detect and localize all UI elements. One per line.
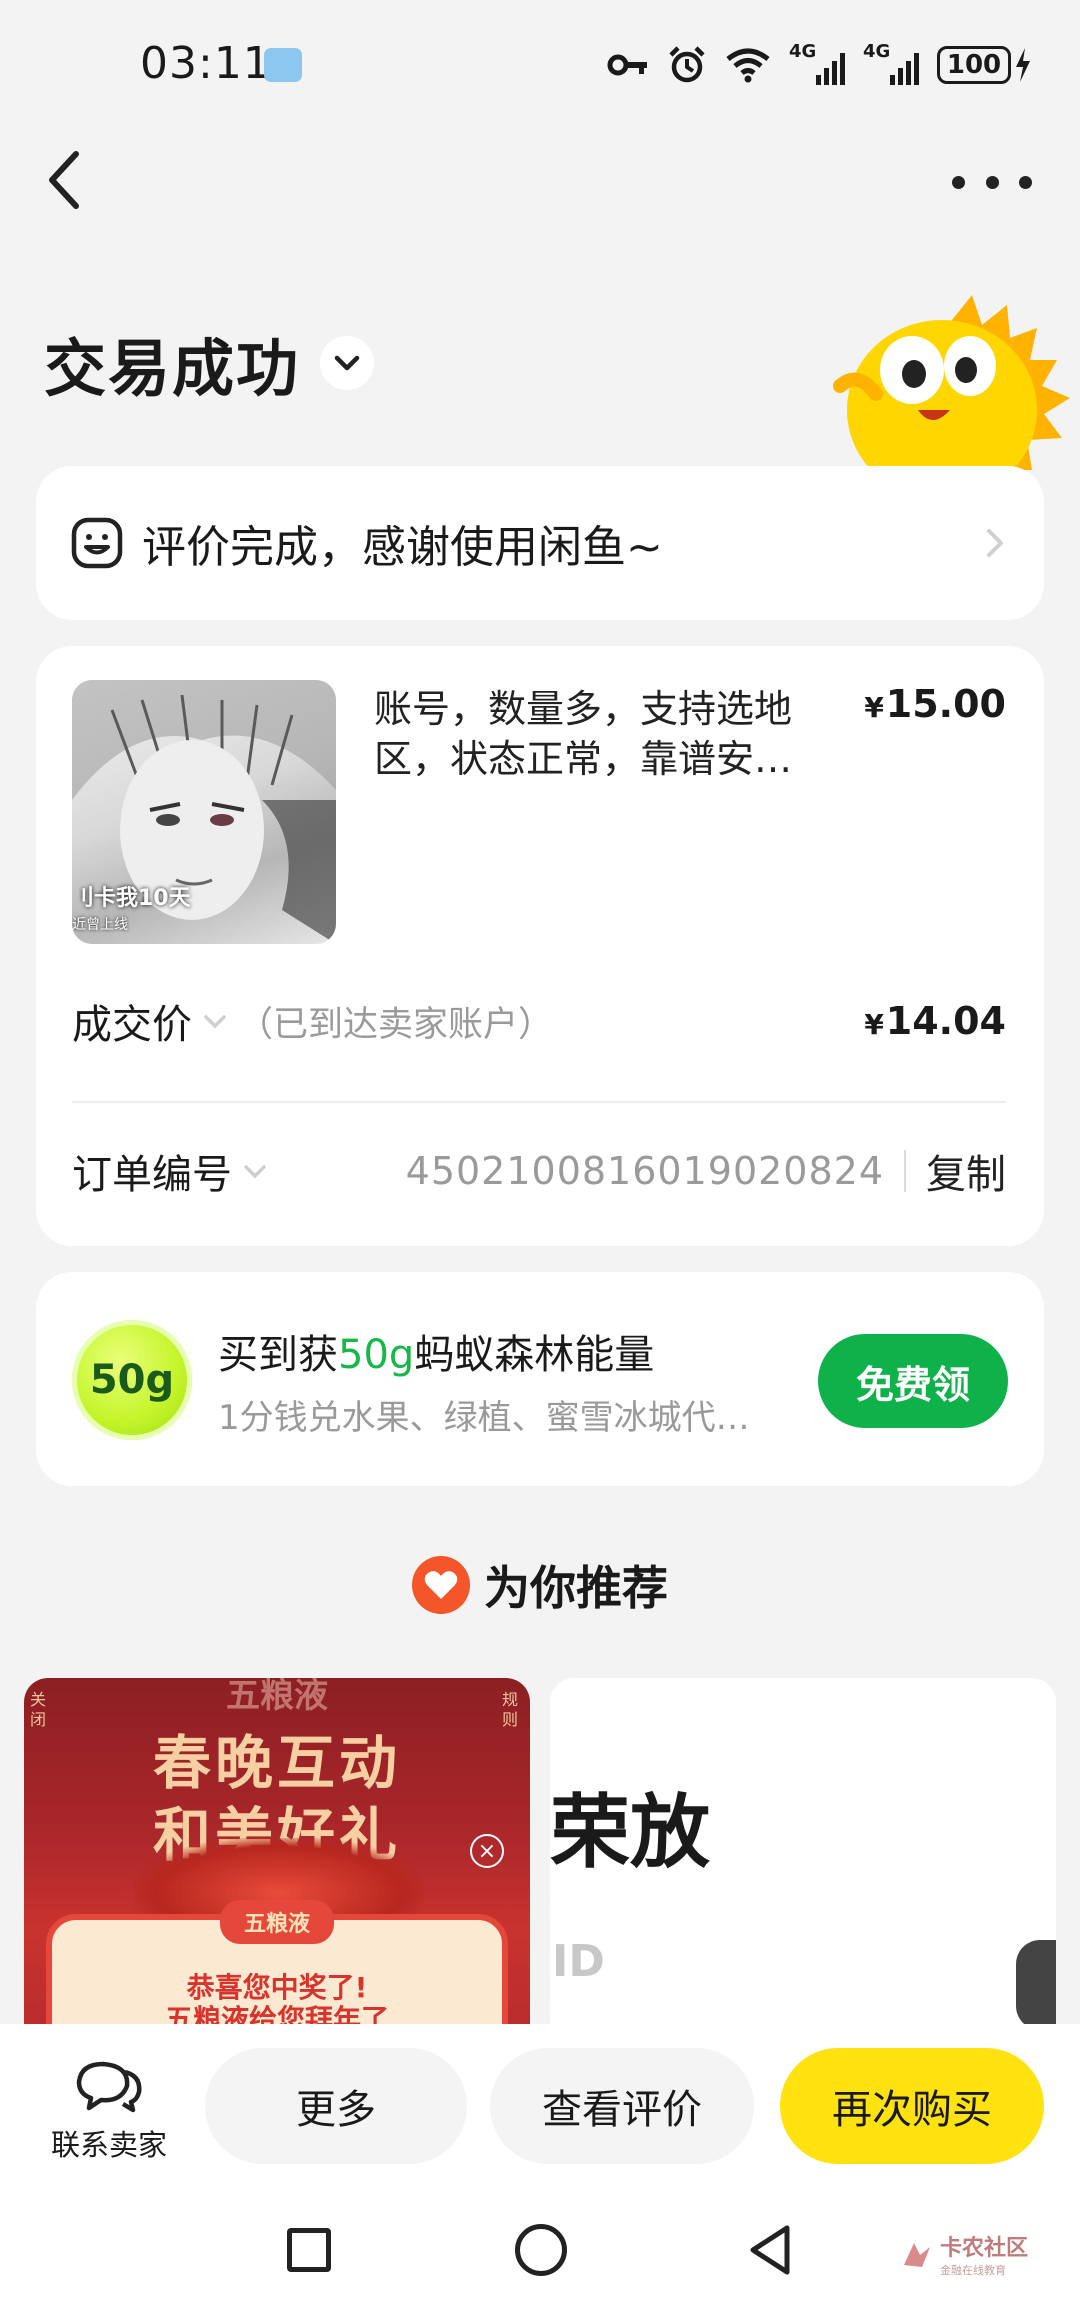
order-number-row: 订单编号 4502100816019020824 复制 [72, 1136, 1006, 1206]
system-back-button[interactable] [745, 2222, 795, 2278]
status-icons: 4G 4G 100 [607, 40, 1032, 90]
product-price: ¥15.00 [864, 682, 1006, 726]
recommend-header: 为你推荐 [0, 1552, 1080, 1618]
mascot-illustration [832, 290, 1072, 470]
back-button[interactable] [44, 140, 104, 220]
close-icon[interactable]: × [470, 1834, 504, 1868]
watermark: 卡农社区 金融在线教育 [900, 2230, 1028, 2278]
copy-button[interactable]: 复制 [926, 1142, 1006, 1200]
dot-icon [985, 175, 999, 189]
contact-seller-button[interactable]: 联系卖家 [44, 2058, 174, 2164]
claim-free-button[interactable]: 免费领 [818, 1334, 1008, 1428]
thumbnail-caption: 刂卡我10天 [72, 886, 191, 911]
wifi-icon [725, 47, 771, 83]
chevron-right-icon [987, 529, 1003, 557]
bottom-action-bar: 联系卖家 更多 查看评价 再次购买 [0, 2024, 1080, 2204]
notification-app-icon [264, 48, 302, 82]
key-icon [607, 51, 649, 79]
more-options-button[interactable] [952, 160, 1032, 204]
alarm-icon [667, 45, 707, 85]
energy-subtitle: 1分钱兑水果、绿植、蜜雪冰城代… [218, 1398, 750, 1438]
review-status-card[interactable]: 评价完成，感谢使用闲鱼~ [36, 466, 1044, 620]
status-time: 03:11 [140, 38, 272, 89]
chevron-left-icon [49, 151, 79, 209]
recommend-card-item[interactable]: 荣放 ID [550, 1678, 1056, 2038]
recommend-card-ad[interactable]: 五粮液 关闭 规则 春晚互动 和美好礼 × 五粮液 恭喜您中奖了! 五粮液给您拜… [24, 1678, 530, 2038]
chevron-down-icon[interactable] [238, 1154, 272, 1188]
review-status-text: 评价完成，感谢使用闲鱼~ [142, 522, 663, 573]
thumbnail-subcaption: 近曾上线 [72, 917, 128, 933]
chat-icon [76, 2061, 142, 2113]
order-card: 刂卡我10天 近曾上线 账号，数量多，支持选地区，状态正常，靠谱安… ¥15.0… [36, 646, 1044, 1246]
system-nav-bar: 卡农社区 金融在线教育 [0, 2204, 1080, 2310]
watermark-logo-icon [904, 2243, 930, 2267]
page-title: 交易成功 [44, 332, 301, 405]
home-button[interactable] [515, 2224, 567, 2276]
cellular-signal-2-icon: 4G [863, 41, 919, 85]
deal-price-label: 成交价 [72, 1002, 192, 1048]
chevron-down-icon[interactable] [198, 1004, 232, 1038]
item-image-subtext: ID [552, 1936, 605, 1987]
recent-apps-button[interactable] [287, 2228, 331, 2272]
smile-face-icon [71, 517, 123, 569]
battery-icon: 100 [937, 46, 1032, 84]
order-number-label: 订单编号 [72, 1152, 232, 1198]
product-title[interactable]: 账号，数量多，支持选地区，状态正常，靠谱安… [374, 684, 834, 784]
contact-seller-label: 联系卖家 [50, 2128, 167, 2162]
energy-title: 买到获50g蚂蚁森林能量 [218, 1332, 655, 1378]
separator [904, 1150, 906, 1192]
ad-brand: 五粮液 [219, 1900, 335, 1944]
order-number-value: 4502100816019020824 [405, 1149, 884, 1193]
dot-icon [952, 175, 965, 189]
recommend-title: 为你推荐 [484, 1561, 668, 1615]
buy-again-button[interactable]: 再次购买 [780, 2048, 1044, 2164]
dot-icon [1019, 175, 1032, 189]
deal-price-value: ¥14.04 [864, 999, 1006, 1043]
battery-level: 100 [937, 46, 1011, 84]
divider [72, 1101, 1006, 1103]
title-expand-button[interactable] [320, 336, 375, 390]
cellular-signal-1-icon: 4G [789, 41, 845, 85]
charging-bolt-icon [1016, 48, 1030, 82]
item-image-fragment [1016, 1940, 1056, 2030]
heart-icon [412, 1556, 470, 1614]
chevron-down-icon [334, 355, 360, 371]
deal-price-row: 成交价 （已到达卖家账户） ¥14.04 [72, 986, 1006, 1056]
status-bar: 03:11 4G 4G 100 [0, 0, 1080, 130]
product-thumbnail[interactable]: 刂卡我10天 近曾上线 [72, 680, 336, 944]
energy-badge: 50g [72, 1320, 192, 1440]
ant-forest-energy-card: 50g 买到获50g蚂蚁森林能量 1分钱兑水果、绿植、蜜雪冰城代… 免费领 [36, 1272, 1044, 1486]
view-review-button[interactable]: 查看评价 [490, 2048, 754, 2164]
item-image-text: 荣放 [550, 1786, 710, 1879]
more-button[interactable]: 更多 [205, 2048, 467, 2164]
deal-price-note: （已到达卖家账户） [238, 1004, 554, 1045]
ad-brand-watermark: 五粮液 [226, 1678, 328, 1716]
title-row: 交易成功 [44, 318, 375, 408]
